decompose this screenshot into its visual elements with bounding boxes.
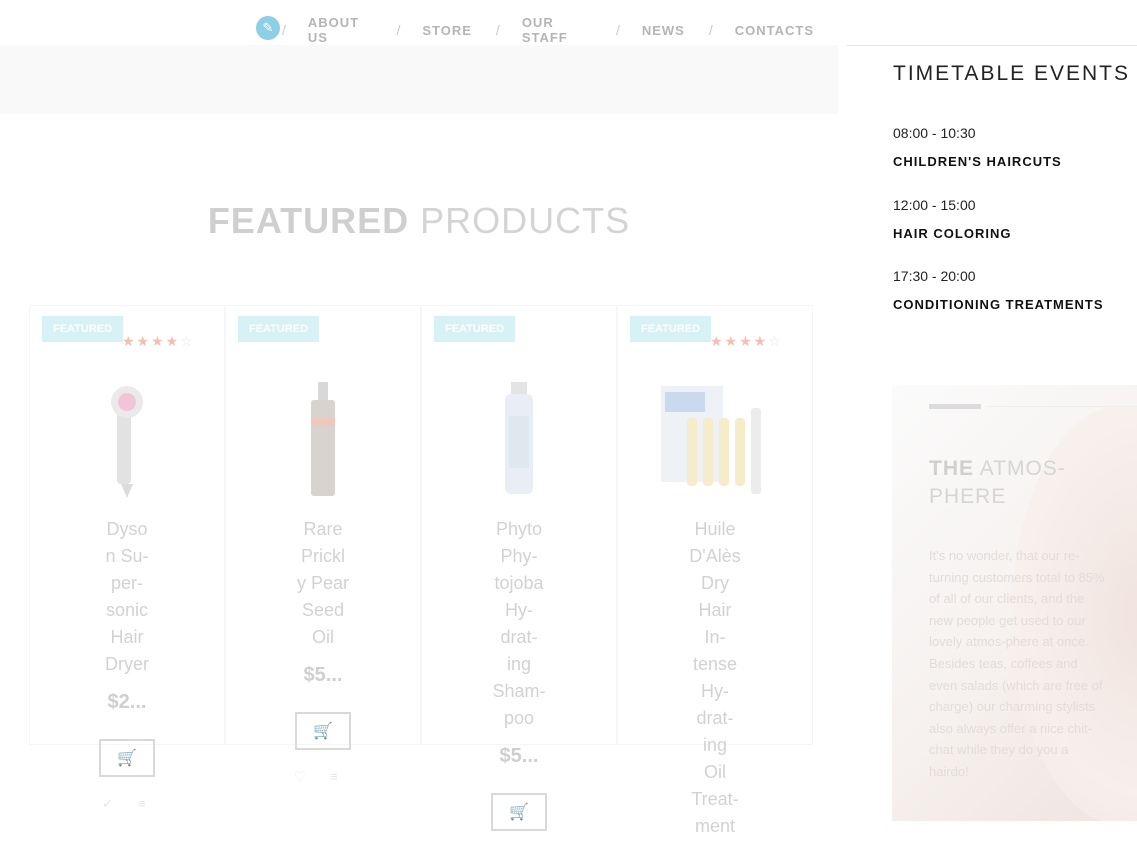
product-name-line: n Su- [105, 546, 149, 566]
star-icon: ☆ [768, 333, 783, 349]
add-to-cart-button[interactable]: 🛒 [99, 739, 155, 777]
product-name[interactable]: Phyto Phy- tojoba Hy- drat- ing Sham- po… [422, 516, 616, 732]
pencil-icon[interactable]: ✎ [256, 16, 280, 40]
accent-bar [929, 404, 981, 409]
product-name-line: Hy- [505, 600, 533, 620]
rating-stars: ★★★★☆ [710, 333, 783, 350]
event-time: 08:00 - 10:30 [893, 125, 976, 141]
featured-badge: FEATURED [238, 316, 320, 342]
product-name-line: sonic [105, 600, 149, 620]
nav-item-our-staff[interactable]: OUR STAFF [522, 15, 592, 45]
product-price: $2... [107, 691, 147, 713]
product-name-line: Seed [301, 600, 345, 620]
nav-separator: / [282, 22, 286, 38]
product-name-line: D'Alès [689, 546, 741, 566]
product-name-line: Treat- [691, 789, 739, 809]
star-icon: ☆ [180, 333, 195, 349]
product-name-line: Phy- [500, 546, 538, 566]
add-to-cart-button[interactable]: 🛒 [295, 712, 351, 750]
product-image-ampoule-box[interactable] [657, 382, 773, 500]
product-name-line: Phyto [495, 519, 543, 539]
product-image-hair-dryer[interactable] [97, 382, 157, 500]
product-image-oil-bottle[interactable] [303, 382, 343, 500]
featured-title-light: PRODUCTS [420, 200, 631, 241]
product-name-line: ment [694, 816, 736, 836]
nav-item-about-us[interactable]: ABOUT US [308, 15, 373, 45]
product-name-line: y Pear [296, 573, 350, 593]
featured-products-title: FEATURED PRODUCTS [0, 200, 838, 242]
product-name-line: Dyso [106, 519, 148, 539]
nav-separator: / [396, 22, 401, 38]
atmosphere-title: THE ATMOS- PHERE [929, 455, 1066, 511]
nav-separator: / [708, 22, 713, 38]
divider [987, 406, 1137, 407]
product-name-line: Prickl [301, 546, 345, 566]
cart-icon: 🛒 [117, 750, 137, 767]
list-icon[interactable]: ≡ [330, 769, 338, 784]
top-navigation: ✎ / ABOUT US / STORE / OUR STAFF / NEWS … [0, 0, 838, 45]
product-card[interactable]: FEATURED Phyto Phy- tojoba Hy- drat- ing… [421, 305, 617, 831]
event-name[interactable]: CONDITIONING TREATMENTS [893, 297, 1104, 312]
event-time: 17:30 - 20:00 [893, 268, 976, 284]
cart-icon: 🛒 [313, 723, 333, 740]
atmosphere-title-bold: THE [929, 457, 974, 480]
product-name[interactable]: Huile D'Alès Dry Hair In- tense Hy- drat… [618, 516, 812, 840]
product-image-shampoo-bottle[interactable] [499, 382, 539, 500]
rating-stars: ★★★★☆ [122, 333, 195, 350]
nav-item-store[interactable]: STORE [422, 23, 472, 38]
star-icon: ★★★★ [122, 333, 181, 349]
add-to-cart-button[interactable]: 🛒 [491, 793, 547, 831]
star-icon: ★★★★ [710, 333, 769, 349]
product-name-line: Oil [704, 762, 726, 782]
product-name-line: Dryer [105, 654, 149, 674]
event-name[interactable]: CHILDREN'S HAIRCUTS [893, 154, 1062, 169]
cart-icon: 🛒 [509, 804, 529, 821]
product-card[interactable]: FEATURED ★★★★☆ Dyso n Su- per- sonic Hai… [29, 305, 225, 811]
product-name-line: ing [506, 654, 532, 674]
check-icon[interactable]: ✓ [102, 796, 113, 812]
product-name-line: tense [692, 654, 738, 674]
product-name-line: Dry [701, 573, 729, 593]
product-name-line: Hy- [701, 681, 729, 701]
nav-item-contacts[interactable]: CONTACTS [735, 23, 814, 38]
featured-badge: FEATURED [42, 316, 124, 342]
product-name-line: tojoba [494, 573, 544, 593]
product-name-line: Rare [303, 519, 343, 539]
atmosphere-title-light: PHERE [929, 485, 1007, 508]
product-card[interactable]: FEATURED ★★★★☆ Huile D'Alès Dry Hair In-… [617, 305, 813, 836]
product-name-line: drat- [500, 627, 538, 647]
product-name-line: poo [503, 708, 535, 728]
product-name-line: ing [702, 735, 728, 755]
product-name-line: Hair [698, 600, 732, 620]
nav-separator: / [615, 22, 620, 38]
heart-icon[interactable]: ♡ [294, 769, 306, 785]
timetable-title: TIMETABLE EVENTS [893, 62, 1130, 85]
nav-separator: / [495, 22, 500, 38]
atmosphere-title-light: ATMOS- [979, 457, 1066, 480]
product-price: $5... [499, 745, 539, 767]
product-name-line: Huile [694, 519, 736, 539]
featured-badge: FEATURED [630, 316, 712, 342]
product-name[interactable]: Rare Prickl y Pear Seed Oil [226, 516, 420, 651]
product-name-line: drat- [696, 708, 734, 728]
list-icon[interactable]: ≡ [138, 796, 146, 811]
nav-item-news[interactable]: NEWS [642, 23, 685, 38]
product-name-line: In- [704, 627, 726, 647]
featured-badge: FEATURED [434, 316, 516, 342]
atmosphere-panel: THE ATMOS- PHERE It's no wonder, that ou… [892, 385, 1137, 821]
product-name-line: per- [110, 573, 143, 593]
featured-title-bold: FEATURED [207, 200, 410, 241]
header-band [0, 45, 838, 114]
product-card[interactable]: FEATURED Rare Prickl y Pear Seed Oil $5.… [225, 305, 421, 784]
product-name[interactable]: Dyso n Su- per- sonic Hair Dryer [30, 516, 224, 678]
atmosphere-text: It's no wonder, that our re-turning cust… [929, 548, 1105, 779]
nav-list: / ABOUT US / STORE / OUR STAFF / NEWS / … [282, 15, 838, 45]
product-name-line: Hair [110, 627, 144, 647]
product-name-line: Sham- [492, 681, 546, 701]
product-price: $5... [303, 664, 343, 686]
event-time: 12:00 - 15:00 [893, 197, 976, 213]
product-name-line: Oil [312, 627, 334, 647]
event-name[interactable]: HAIR COLORING [893, 226, 1011, 241]
